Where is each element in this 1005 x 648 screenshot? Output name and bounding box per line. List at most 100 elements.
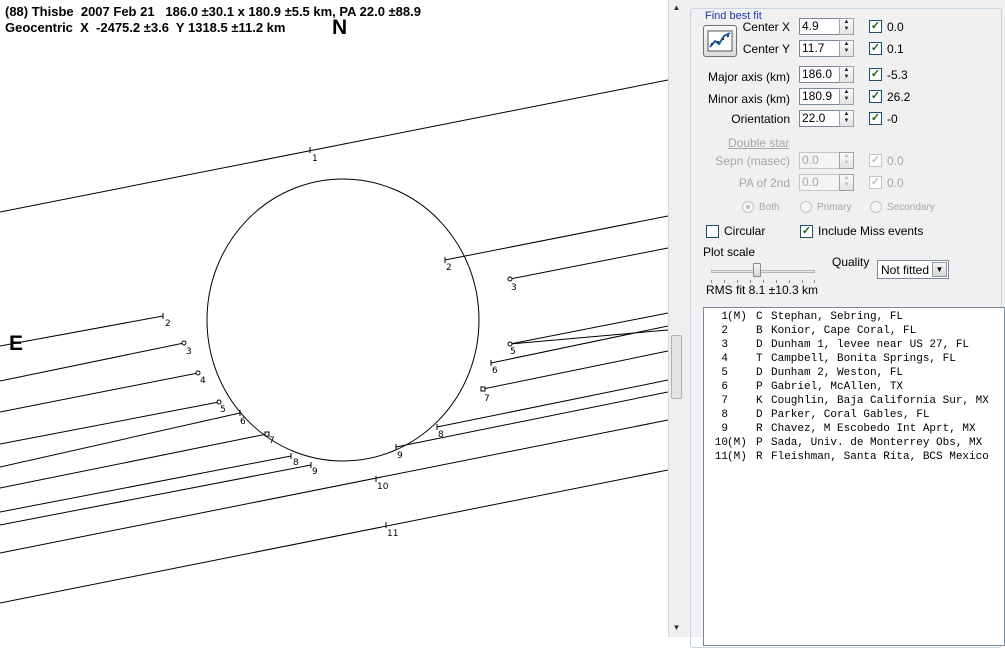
chord-label-2r: 2 [446,263,452,273]
pa2-checkbox[interactable]: ✓ [869,176,882,189]
pa2-uncert: 0.0 [887,176,904,190]
chevron-down-icon: ▼ [932,262,947,277]
event-row[interactable]: 9 R Chavez, M Escobedo Int Aprt, MX [704,422,1004,436]
chord-line-5-right [509,329,668,345]
event-observer: Sada, Univ. de Monterrey Obs, MX [771,437,983,449]
major-axis-spinner[interactable]: ▲ ▼ [839,66,854,83]
event-observer: Konior, Cape Coral, FL [771,325,917,337]
event-code: D [756,339,763,351]
event-row[interactable]: 11 (M) R Fleishman, Santa Rita, BCS Mexico [704,450,1004,464]
chord-line-4-right [509,312,668,345]
center-y-checkbox[interactable]: ✓ [869,42,882,55]
orientation-spinner[interactable]: ▲ ▼ [839,110,854,127]
event-code: D [756,367,763,379]
orientation-checkbox[interactable]: ✓ [869,112,882,125]
sepn-checkbox[interactable]: ✓ [869,154,882,167]
chord-line-3-right [509,247,668,280]
major-axis-uncert: -5.3 [887,68,908,82]
quality-value: Not fitted [881,263,930,277]
major-axis-checkbox[interactable]: ✓ [869,68,882,81]
event-number: 5 [721,367,728,379]
pa2-input[interactable]: 0.0 [799,174,840,191]
fit-button[interactable] [703,25,737,57]
center-y-uncert: 0.1 [887,42,904,56]
event-observer: Coughlin, Baja California Sur, MX [771,395,989,407]
chord-label-9r: 9 [397,451,403,461]
event-observer: Parker, Coral Gables, FL [771,409,930,421]
scroll-thumb[interactable] [671,335,682,399]
events-list[interactable]: 1 (M) C Stephan, Sebring, FL 2 B Konior, Cape … [703,307,1005,646]
major-axis-input[interactable]: 186.0 [799,66,840,83]
minor-axis-spinner[interactable]: ▲ ▼ [839,88,854,105]
chord-line-6-right [490,325,668,364]
marker-7-r [480,386,486,392]
center-x-input[interactable]: 4.9 [799,18,840,35]
pa2-spinner[interactable]: ▲ ▼ [839,174,854,191]
event-number: 8 [721,409,728,421]
radio-secondary[interactable] [870,201,882,213]
event-number: 9 [721,423,728,435]
chord-line-1 [0,79,668,213]
event-row[interactable]: 10 (M) P Sada, Univ. de Monterrey Obs, MX [704,436,1004,450]
event-row[interactable]: 1 (M) C Stephan, Sebring, FL [704,310,1004,324]
radio-primary[interactable] [800,201,812,213]
radio-both[interactable] [742,201,754,213]
chord-line-4-left [0,372,199,413]
center-x-checkbox[interactable]: ✓ [869,20,882,33]
event-number: 2 [721,325,728,337]
find-best-fit-group: Find best fit Center X 4.9 ▲ ▼ ✓ 0.0 Cent… [690,8,1005,648]
chord-line-7-left [0,433,268,489]
event-code: K [756,395,763,407]
fitted-profile-ellipse [206,178,480,462]
minor-axis-checkbox[interactable]: ✓ [869,90,882,103]
plot-scale-thumb[interactable] [753,263,761,277]
chord-line-10 [0,419,668,554]
event-row[interactable]: 2 B Konior, Cape Coral, FL [704,324,1004,338]
event-row[interactable]: 6 P Gabriel, McAllen, TX [704,380,1004,394]
chord-label-1: 1 [312,154,318,164]
event-code: P [756,437,763,449]
chord-label-8l: 8 [293,458,299,468]
plot-canvas: 1 2 2 3 3 4 5 5 6 6 7 7 8 8 9 9 10 11 [0,79,668,604]
sepn-spinner[interactable]: ▲ ▼ [839,152,854,169]
center-y-input[interactable]: 11.7 [799,40,840,57]
center-x-spinner[interactable]: ▲ ▼ [839,18,854,35]
scroll-down-icon[interactable]: ▼ [671,622,682,633]
event-flag: (M) [727,451,747,463]
chord-label-4: 4 [200,376,206,386]
spin-down-icon: ▼ [843,48,850,54]
include-miss-checkbox[interactable]: ✓ [800,225,813,238]
include-miss-label: Include Miss events [818,224,924,238]
chord-line-8-right [436,379,668,428]
chord-line-11 [0,469,668,604]
chord-line-5-left [0,401,220,445]
event-row[interactable]: 8 D Parker, Coral Gables, FL [704,408,1004,422]
event-number: 7 [721,395,728,407]
center-y-spinner[interactable]: ▲ ▼ [839,40,854,57]
circular-checkbox[interactable] [706,225,719,238]
chord-label-11: 11 [387,529,398,539]
event-row[interactable]: 4 T Campbell, Bonita Springs, FL [704,352,1004,366]
orientation-input[interactable]: 22.0 [799,110,840,127]
chord-label-8r: 8 [438,430,444,440]
event-number: 6 [721,381,728,393]
quality-select[interactable]: Not fitted ▼ [877,260,949,279]
chord-label-6l: 6 [240,417,246,427]
event-row[interactable]: 7 K Coughlin, Baja California Sur, MX [704,394,1004,408]
chord-line-9-right [395,391,668,448]
spin-down-icon: ▼ [843,96,850,102]
occultation-plot[interactable]: 1 2 2 3 3 4 5 5 6 6 7 7 8 8 9 9 10 11 (8… [0,0,668,637]
minor-axis-input[interactable]: 180.9 [799,88,840,105]
sepn-input[interactable]: 0.0 [799,152,840,169]
event-number: 4 [721,353,728,365]
plot-scale-track[interactable] [711,270,815,273]
event-observer: Dunham 1, levee near US 27, FL [771,339,970,351]
event-observer: Dunham 2, Weston, FL [771,367,904,379]
event-row[interactable]: 5 D Dunham 2, Weston, FL [704,366,1004,380]
event-row[interactable]: 3 D Dunham 1, levee near US 27, FL [704,338,1004,352]
event-flag: (M) [727,311,747,323]
event-code: T [756,353,763,365]
plot-vertical-scrollbar[interactable]: ▲ ▼ [668,0,685,637]
scroll-up-icon[interactable]: ▲ [671,2,682,13]
spin-up-icon: ▲ [843,111,850,117]
